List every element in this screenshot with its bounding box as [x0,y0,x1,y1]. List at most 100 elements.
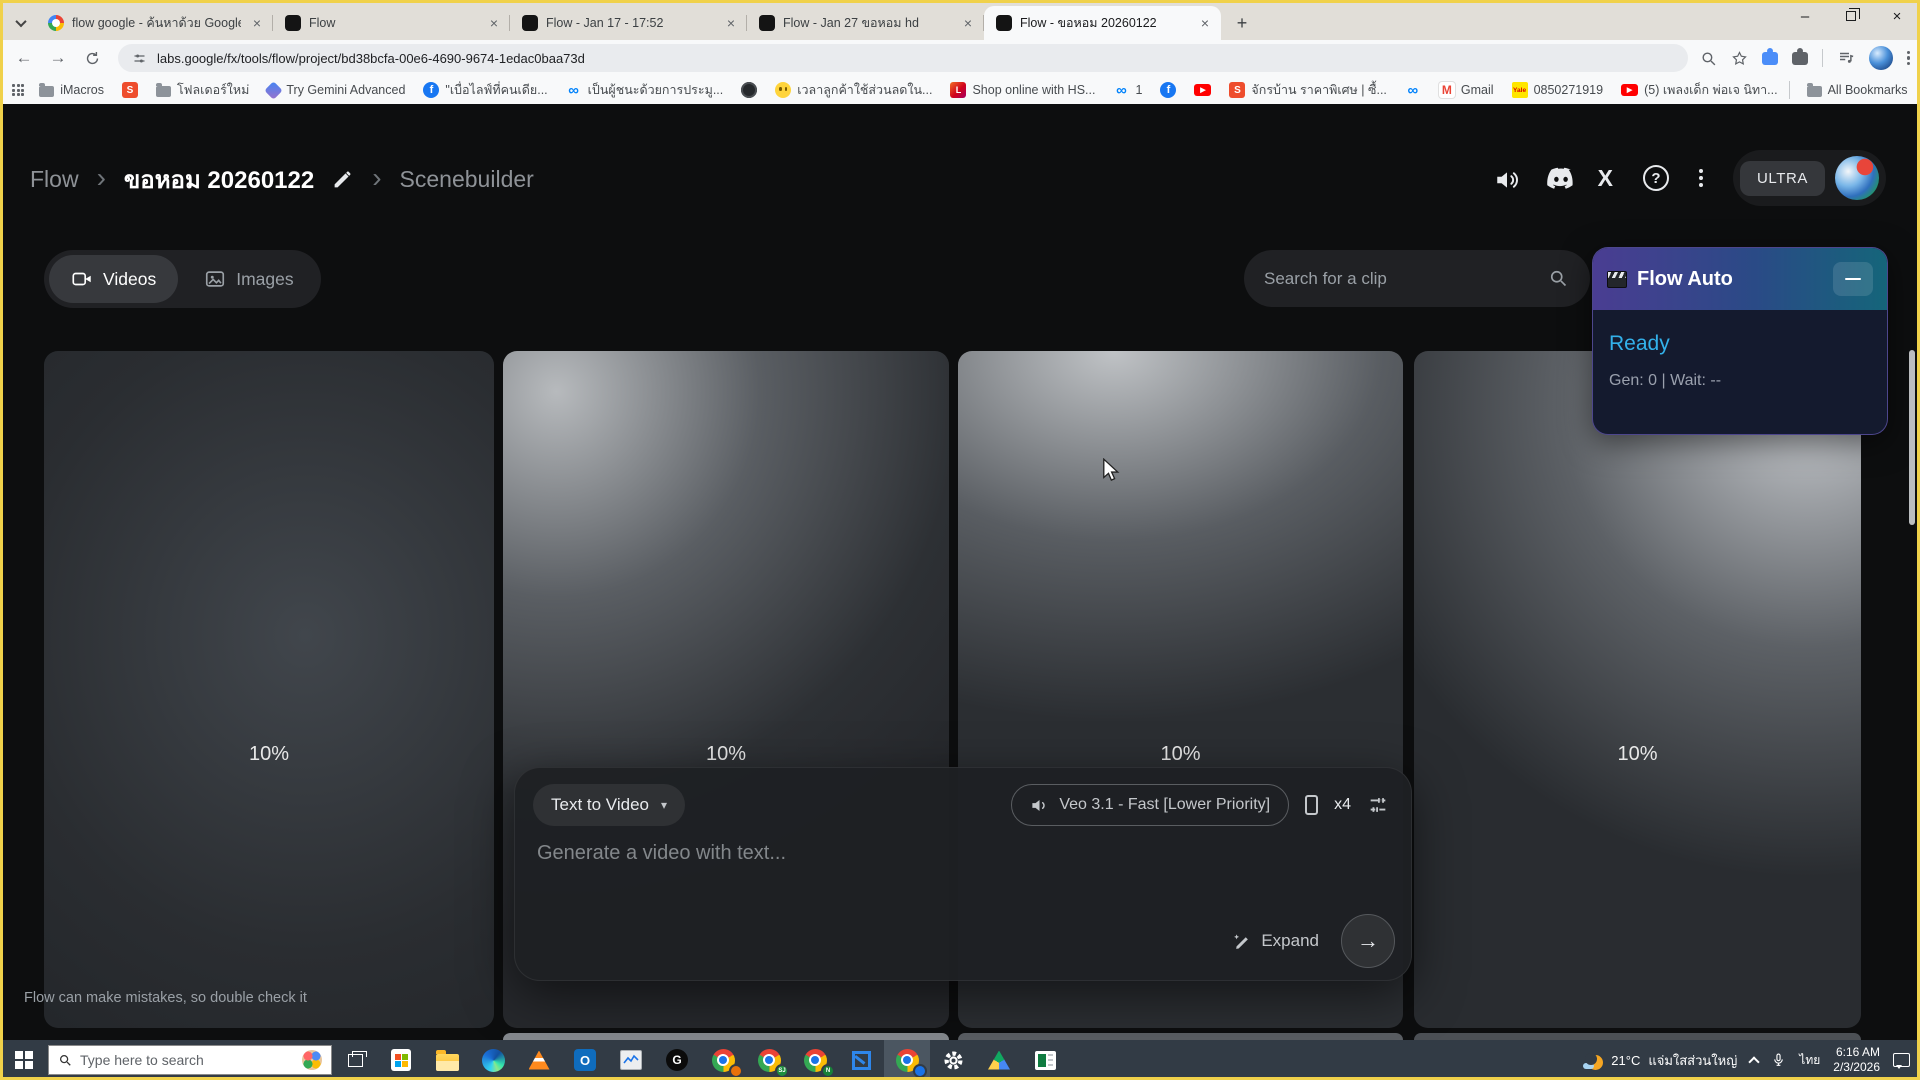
generate-button[interactable]: → [1341,914,1395,968]
bookmark-item[interactable]: ∞เป็นผู้ชนะด้วยการประมู... [559,77,731,103]
flow-auto-minimize-button[interactable] [1833,262,1873,296]
taskbar-app-chrome-3[interactable]: N [792,1040,838,1080]
extensions-icon[interactable] [1792,52,1808,65]
bookmark-item[interactable]: S [115,79,145,101]
taskbar-app-logitech[interactable]: G [654,1040,700,1080]
avatar[interactable] [1835,156,1879,200]
apps-grid-icon[interactable] [12,84,24,96]
back-button[interactable]: ← [10,44,38,72]
taskbar-app-vlc[interactable] [516,1040,562,1080]
video-card-next-row[interactable] [958,1033,1403,1040]
all-bookmarks-button[interactable]: All Bookmarks [1800,80,1915,100]
tray-expand-icon[interactable] [1749,1056,1760,1067]
taskbar-app-chrome-1[interactable] [700,1040,746,1080]
reload-button[interactable] [78,44,106,72]
restore-button[interactable] [1828,0,1874,32]
app-menu-icon[interactable] [1699,169,1703,186]
taskbar-app-chrome-2[interactable]: SJ [746,1040,792,1080]
bookmark-item[interactable]: Sจักรบ้าน ราคาพิเศษ | ซื้... [1222,77,1393,103]
taskbar-search-input[interactable] [80,1052,294,1068]
edit-title-button[interactable] [332,169,354,191]
taskbar-app-green[interactable] [1022,1040,1068,1080]
browser-menu-icon[interactable] [1907,51,1910,66]
taskbar-app-blue[interactable] [838,1040,884,1080]
language-indicator[interactable]: ไทย [1799,1051,1820,1070]
settings-sliders-icon[interactable] [1367,794,1389,816]
address-bar[interactable]: labs.google/fx/tools/flow/project/bd38bc… [118,44,1688,72]
tab-close-button[interactable]: × [249,15,265,31]
taskbar-app-taskmanager[interactable] [608,1040,654,1080]
new-tab-button[interactable]: + [1227,8,1257,38]
taskbar-app-outlook[interactable]: O [562,1040,608,1080]
expand-button[interactable]: Expand [1232,931,1319,951]
browser-tab[interactable]: Flow - Jan 27 ขอหอม hd × [747,6,984,40]
bookmark-item[interactable]: เวลาลูกค้าใช้ส่วนลดใน... [768,77,939,103]
tab-close-button[interactable]: × [960,15,976,31]
taskbar-search[interactable] [48,1045,332,1075]
taskbar-app-explorer[interactable] [424,1040,470,1080]
taskbar-app-chrome-active[interactable] [884,1040,930,1080]
notification-icon[interactable] [1893,1053,1910,1067]
output-count[interactable]: x4 [1334,796,1351,814]
model-selector[interactable]: Veo 3.1 - Fast [Lower Priority] [1011,784,1289,826]
bookmark-folder[interactable]: iMacros [32,80,111,100]
breadcrumb-section[interactable]: Scenebuilder [400,166,534,193]
portrait-ratio-icon[interactable] [1305,795,1318,815]
site-info-icon[interactable] [132,51,147,66]
tab-images[interactable]: Images [182,255,315,303]
taskbar-app-store[interactable] [378,1040,424,1080]
bookmark-item[interactable]: ∞1 [1106,79,1149,101]
task-view-button[interactable] [332,1040,378,1080]
browser-tab[interactable]: flow google - ค้นหาด้วย Google × [36,6,273,40]
plan-badge[interactable]: ULTRA [1740,161,1825,196]
bookmark-item[interactable]: ∞ [1398,79,1428,101]
forward-button[interactable]: → [44,44,72,72]
extension-pin-icon[interactable] [1762,52,1778,65]
clip-search[interactable] [1244,250,1590,307]
taskbar-app-settings[interactable] [930,1040,976,1080]
tab-search-button[interactable] [6,8,36,38]
bookmark-item[interactable]: Try Gemini Advanced [260,80,412,100]
weather-widget[interactable]: 21°C แจ่มใสส่วนใหญ่ [1583,1050,1737,1071]
browser-tab[interactable]: Flow × [273,6,510,40]
microphone-icon[interactable] [1771,1051,1786,1069]
bookmark-item[interactable]: MGmail [1432,79,1501,101]
minimize-button[interactable]: – [1782,0,1828,32]
clock[interactable]: 6:16 AM 2/3/2026 [1833,1045,1880,1075]
bookmark-item[interactable] [734,79,764,101]
bookmark-item[interactable]: LShop online with HS... [943,79,1102,101]
close-button[interactable]: × [1874,0,1920,32]
taskbar-app-drive[interactable] [976,1040,1022,1080]
prompt-input[interactable] [537,842,1237,865]
zoom-icon[interactable] [1700,50,1717,67]
bookmark-item[interactable]: Yale0850271919 [1505,79,1611,101]
x-twitter-button[interactable]: X [1598,165,1613,192]
clip-search-input[interactable] [1264,269,1538,289]
tab-videos[interactable]: Videos [49,255,178,303]
browser-profile-avatar[interactable] [1869,46,1893,70]
project-title[interactable]: ขอหอม 20260122 [124,160,314,199]
bookmark-folder[interactable]: โฟลเดอร์ใหม่ [149,77,256,103]
bookmark-item[interactable]: f [1153,79,1183,101]
browser-tab-active[interactable]: Flow - ขอหอม 20260122 × [984,6,1221,40]
playlist-icon[interactable] [1837,49,1855,67]
help-button[interactable]: ? [1643,165,1669,191]
discord-button[interactable] [1546,167,1568,189]
video-card-next-row[interactable] [1414,1033,1861,1040]
mute-toggle-button[interactable] [1494,167,1516,189]
bookmark-star-icon[interactable] [1731,50,1748,67]
video-card[interactable]: 10% [1414,351,1861,1028]
scrollbar[interactable] [1909,350,1915,525]
breadcrumb-root[interactable]: Flow [30,166,79,193]
bookmark-item[interactable]: ▶(5) เพลงเด็ก พ่อเจ นิทา... [1614,77,1785,103]
taskbar-app-edge[interactable] [470,1040,516,1080]
generation-mode-dropdown[interactable]: Text to Video ▾ [533,784,685,826]
bookmark-item[interactable]: ▶ [1187,81,1218,99]
tab-close-button[interactable]: × [486,15,502,31]
flow-auto-header[interactable]: Flow Auto [1593,248,1887,310]
bookmark-item[interactable]: f"เบื่อไลฟ์ที่คนเดีย... [416,77,554,103]
video-card-next-row[interactable] [503,1033,949,1040]
tab-close-button[interactable]: × [723,15,739,31]
video-card[interactable]: 10% [44,351,494,1028]
start-button[interactable] [0,1040,48,1080]
